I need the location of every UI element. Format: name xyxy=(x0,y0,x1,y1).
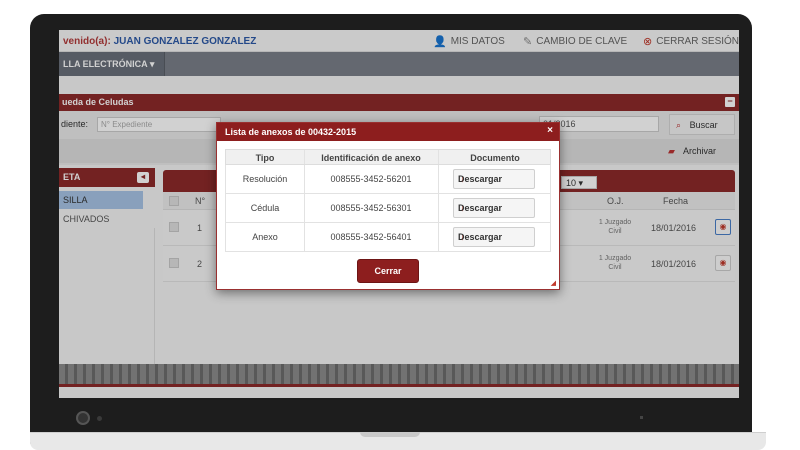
annexes-modal: Lista de anexos de 00432-2015 × Tipo Ide… xyxy=(216,122,560,290)
annex-tipo: Anexo xyxy=(252,232,278,242)
annex-row: Cédula 008555-3452-56301 ↓ Descargar xyxy=(225,194,551,223)
descargar-button[interactable]: ↓ Descargar xyxy=(453,198,535,218)
header-tipo: Tipo xyxy=(255,153,275,163)
laptop-notch xyxy=(360,432,420,437)
modal-title: Lista de anexos de 00432-2015 xyxy=(225,127,357,137)
webcam-icon xyxy=(76,411,90,425)
webcam-light xyxy=(97,416,102,421)
descargar-label: Descargar xyxy=(458,174,503,184)
screen: venido(a): JUAN GONZALEZ GONZALEZ 👤 MIS … xyxy=(59,30,739,398)
annexes-table-header: Tipo Identificación de anexo Documento xyxy=(225,149,551,165)
descargar-label: Descargar xyxy=(458,232,503,242)
annex-id: 008555-3452-56301 xyxy=(330,203,412,213)
modal-title-bar: Lista de anexos de 00432-2015 × xyxy=(217,123,559,141)
header-documento: Documento xyxy=(470,153,520,163)
descargar-label: Descargar xyxy=(458,203,503,213)
annex-row: Resolución 008555-3452-56201 ↓ Descargar xyxy=(225,165,551,194)
annex-tipo: Resolución xyxy=(242,174,288,184)
close-icon[interactable]: × xyxy=(547,125,553,136)
descargar-button[interactable]: ↓ Descargar xyxy=(453,227,535,247)
sensor-dot xyxy=(640,416,643,419)
cerrar-button[interactable]: Cerrar xyxy=(357,259,419,283)
descargar-button[interactable]: ↓ Descargar xyxy=(453,169,535,189)
annex-id: 008555-3452-56401 xyxy=(330,232,412,242)
annex-tipo: Cédula xyxy=(250,203,280,213)
annex-id: 008555-3452-56201 xyxy=(330,174,412,184)
resize-handle-icon[interactable]: ◢ xyxy=(551,279,556,287)
annex-row: Anexo 008555-3452-56401 ↓ Descargar xyxy=(225,223,551,252)
header-identificacion: Identificación de anexo xyxy=(321,153,421,163)
